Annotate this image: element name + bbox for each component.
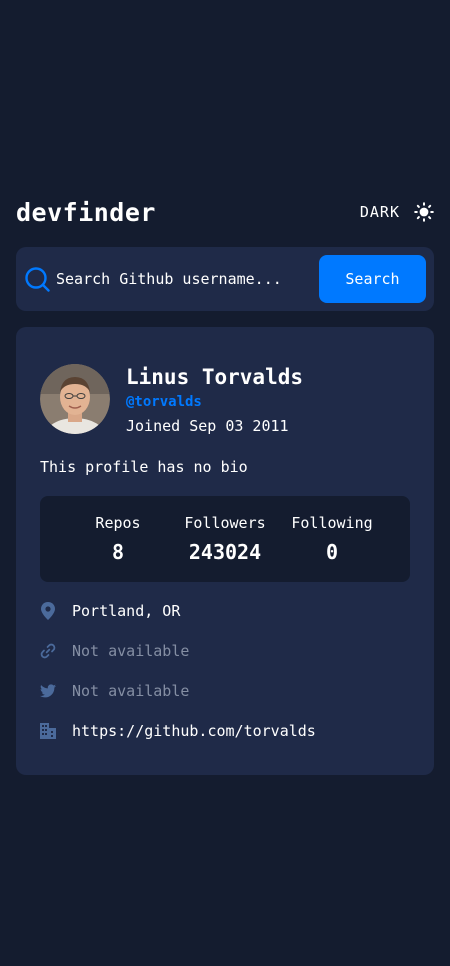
stat-value: 0 <box>325 540 339 564</box>
stat-label: Following <box>291 514 373 532</box>
app-root: devfinder DARK Search Github username...… <box>0 0 450 966</box>
stat-value: 8 <box>111 540 125 564</box>
app-logo: devfinder <box>16 197 156 227</box>
blog-link: Not available <box>72 642 190 660</box>
joined-date: Joined Sep 03 2011 <box>126 417 289 435</box>
profile-info: Linus Torvalds @torvalds Joined Sep 03 2… <box>126 364 303 436</box>
profile-header: Linus Torvalds @torvalds Joined Sep 03 2… <box>40 364 303 436</box>
company-row: https://github.com/torvalds <box>40 719 316 743</box>
sun-icon[interactable] <box>414 202 434 222</box>
theme-toggle[interactable]: DARK <box>360 202 434 222</box>
profile-card: Linus Torvalds @torvalds Joined Sep 03 2… <box>16 327 434 775</box>
profile-name: Linus Torvalds <box>126 365 304 389</box>
profile-login[interactable]: @torvalds <box>126 393 303 411</box>
search-icon <box>24 266 50 292</box>
blog-row: Not available <box>40 639 316 663</box>
link-icon <box>40 642 56 660</box>
header: devfinder DARK <box>16 196 434 228</box>
stat-repos: Repos 8 <box>65 513 172 582</box>
stats-panel: Repos 8 Followers 243024 Following 0 <box>40 496 410 582</box>
theme-label[interactable]: DARK <box>360 203 400 221</box>
building-icon <box>40 722 56 740</box>
twitter-row: Not available <box>40 679 316 703</box>
twitter-link: Not available <box>72 682 190 700</box>
stat-label: Repos <box>95 514 141 532</box>
avatar <box>40 364 110 434</box>
search-button[interactable]: Search <box>319 255 426 303</box>
search-bar: Search <box>16 247 434 311</box>
twitter-icon <box>40 682 56 700</box>
location-text: Portland, OR <box>72 602 181 620</box>
location-row: Portland, OR <box>40 599 316 623</box>
stat-label: Followers <box>184 514 266 532</box>
stat-followers: Followers 243024 <box>172 513 279 582</box>
stat-following: Following 0 <box>279 513 386 582</box>
stat-value: 243024 <box>188 540 262 564</box>
search-input[interactable] <box>56 259 319 299</box>
company-link[interactable]: https://github.com/torvalds <box>72 722 316 740</box>
profile-links: Portland, OR Not available Not available… <box>40 599 316 759</box>
profile-bio: This profile has no bio <box>40 458 248 476</box>
location-pin-icon <box>40 602 56 620</box>
